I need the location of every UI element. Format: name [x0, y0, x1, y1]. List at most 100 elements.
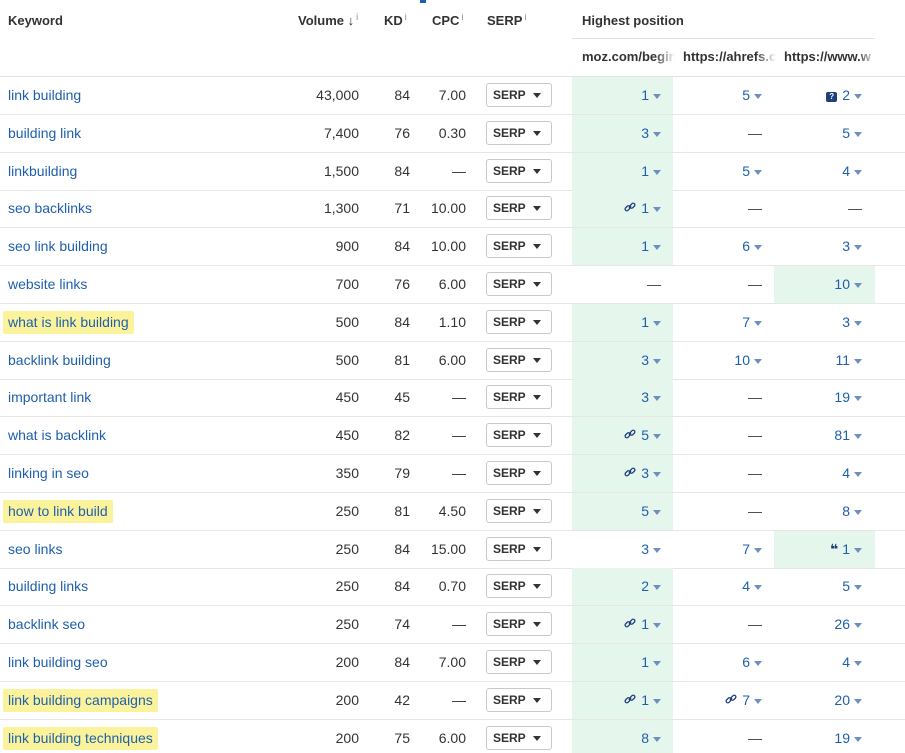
dropdown-arrow-icon[interactable]	[653, 396, 661, 401]
dropdown-arrow-icon[interactable]	[754, 548, 762, 553]
position-cell[interactable]: 1	[572, 77, 673, 114]
info-icon[interactable]: i	[356, 12, 358, 22]
dropdown-arrow-icon[interactable]	[754, 359, 762, 364]
dropdown-arrow-icon[interactable]	[854, 283, 862, 288]
dropdown-arrow-icon[interactable]	[754, 94, 762, 99]
serp-dropdown-button[interactable]: SERP	[486, 499, 552, 523]
dropdown-arrow-icon[interactable]	[854, 585, 862, 590]
serp-dropdown-button[interactable]: SERP	[486, 121, 552, 145]
keyword-link[interactable]: link building seo	[8, 644, 108, 681]
position-cell[interactable]: 3	[774, 304, 875, 341]
dropdown-arrow-icon[interactable]	[754, 699, 762, 704]
dropdown-arrow-icon[interactable]	[854, 472, 862, 477]
position-cell[interactable]: 19	[774, 720, 875, 753]
keyword-link[interactable]: backlink seo	[8, 606, 85, 643]
dropdown-arrow-icon[interactable]	[653, 510, 661, 515]
position-cell[interactable]: 1	[572, 682, 673, 719]
dropdown-arrow-icon[interactable]	[653, 207, 661, 212]
position-cell[interactable]: 4	[774, 153, 875, 190]
dropdown-arrow-icon[interactable]	[653, 623, 661, 628]
position-cell[interactable]: 5	[774, 568, 875, 605]
dropdown-arrow-icon[interactable]	[854, 245, 862, 250]
keyword-link[interactable]: linkbuilding	[8, 153, 77, 190]
position-cell[interactable]: 3	[572, 379, 673, 416]
dropdown-arrow-icon[interactable]	[653, 661, 661, 666]
dropdown-arrow-icon[interactable]	[653, 170, 661, 175]
position-cell[interactable]: 1	[572, 228, 673, 265]
keyword-link[interactable]: link building techniques	[3, 727, 158, 750]
dropdown-arrow-icon[interactable]	[854, 661, 862, 666]
keyword-link[interactable]: how to link build	[3, 500, 113, 523]
position-cell[interactable]: 2	[572, 568, 673, 605]
dropdown-arrow-icon[interactable]	[653, 585, 661, 590]
serp-dropdown-button[interactable]: SERP	[486, 574, 552, 598]
keyword-link[interactable]: building link	[8, 115, 81, 152]
keyword-link[interactable]: seo links	[8, 531, 62, 568]
info-icon[interactable]: i	[461, 12, 463, 22]
keyword-link[interactable]: what is backlink	[8, 417, 106, 454]
dropdown-arrow-icon[interactable]	[854, 396, 862, 401]
dropdown-arrow-icon[interactable]	[653, 548, 661, 553]
dropdown-arrow-icon[interactable]	[653, 321, 661, 326]
serp-dropdown-button[interactable]: SERP	[486, 688, 552, 712]
position-cell[interactable]: 4	[774, 644, 875, 681]
keyword-link[interactable]: seo link building	[8, 228, 108, 265]
keyword-link[interactable]: linking in seo	[8, 455, 89, 492]
position-cell[interactable]: 81	[774, 417, 875, 454]
dropdown-arrow-icon[interactable]	[854, 434, 862, 439]
dropdown-arrow-icon[interactable]	[854, 359, 862, 364]
dropdown-arrow-icon[interactable]	[854, 623, 862, 628]
position-cell[interactable]: 4	[673, 568, 774, 605]
position-cell[interactable]: 6	[673, 644, 774, 681]
dropdown-arrow-icon[interactable]	[854, 737, 862, 742]
keyword-link[interactable]: link building campaigns	[3, 689, 158, 712]
serp-dropdown-button[interactable]: SERP	[486, 234, 552, 258]
serp-dropdown-button[interactable]: SERP	[486, 310, 552, 334]
serp-dropdown-button[interactable]: SERP	[486, 423, 552, 447]
dropdown-arrow-icon[interactable]	[754, 245, 762, 250]
serp-dropdown-button[interactable]: SERP	[486, 385, 552, 409]
position-cell[interactable]: 5	[774, 115, 875, 152]
dropdown-arrow-icon[interactable]	[854, 94, 862, 99]
keyword-column-header[interactable]: Keyword	[8, 13, 63, 28]
position-cell[interactable]: 7	[673, 304, 774, 341]
position-cell[interactable]: 5	[572, 493, 673, 530]
position-cell[interactable]: ?2	[774, 77, 875, 114]
cpc-column-header[interactable]: CPCi	[432, 13, 463, 28]
position-cell[interactable]: 4	[774, 455, 875, 492]
url-column-header[interactable]: https://www.w	[784, 49, 877, 64]
position-cell[interactable]: 3	[774, 228, 875, 265]
keyword-link[interactable]: link building	[8, 77, 81, 114]
serp-dropdown-button[interactable]: SERP	[486, 348, 552, 372]
position-cell[interactable]: 10	[673, 342, 774, 379]
keyword-link[interactable]: website links	[8, 266, 87, 303]
keyword-link[interactable]: what is link building	[3, 311, 134, 334]
position-cell[interactable]: 1	[572, 190, 673, 227]
position-cell[interactable]: 7	[673, 682, 774, 719]
position-cell[interactable]: 1	[572, 304, 673, 341]
position-cell[interactable]: 8	[774, 493, 875, 530]
serp-dropdown-button[interactable]: SERP	[486, 196, 552, 220]
serp-dropdown-button[interactable]: SERP	[486, 461, 552, 485]
dropdown-arrow-icon[interactable]	[854, 132, 862, 137]
keyword-link[interactable]: building links	[8, 568, 88, 605]
serp-dropdown-button[interactable]: SERP	[486, 612, 552, 636]
serp-dropdown-button[interactable]: SERP	[486, 726, 552, 750]
position-cell[interactable]: ❝1	[774, 531, 875, 568]
dropdown-arrow-icon[interactable]	[854, 170, 862, 175]
url-column-header[interactable]: moz.com/beginners-guide	[582, 49, 675, 64]
dropdown-arrow-icon[interactable]	[653, 472, 661, 477]
serp-dropdown-button[interactable]: SERP	[486, 83, 552, 107]
position-cell[interactable]: 11	[774, 342, 875, 379]
serp-dropdown-button[interactable]: SERP	[486, 159, 552, 183]
serp-column-header[interactable]: SERPi	[487, 13, 526, 28]
dropdown-arrow-icon[interactable]	[653, 737, 661, 742]
position-cell[interactable]: 3	[572, 455, 673, 492]
keyword-link[interactable]: seo backlinks	[8, 190, 92, 227]
position-cell[interactable]: 19	[774, 379, 875, 416]
dropdown-arrow-icon[interactable]	[653, 132, 661, 137]
position-cell[interactable]: 1	[572, 153, 673, 190]
info-icon[interactable]: i	[405, 12, 407, 22]
position-cell[interactable]: 5	[572, 417, 673, 454]
position-cell[interactable]: 3	[572, 531, 673, 568]
